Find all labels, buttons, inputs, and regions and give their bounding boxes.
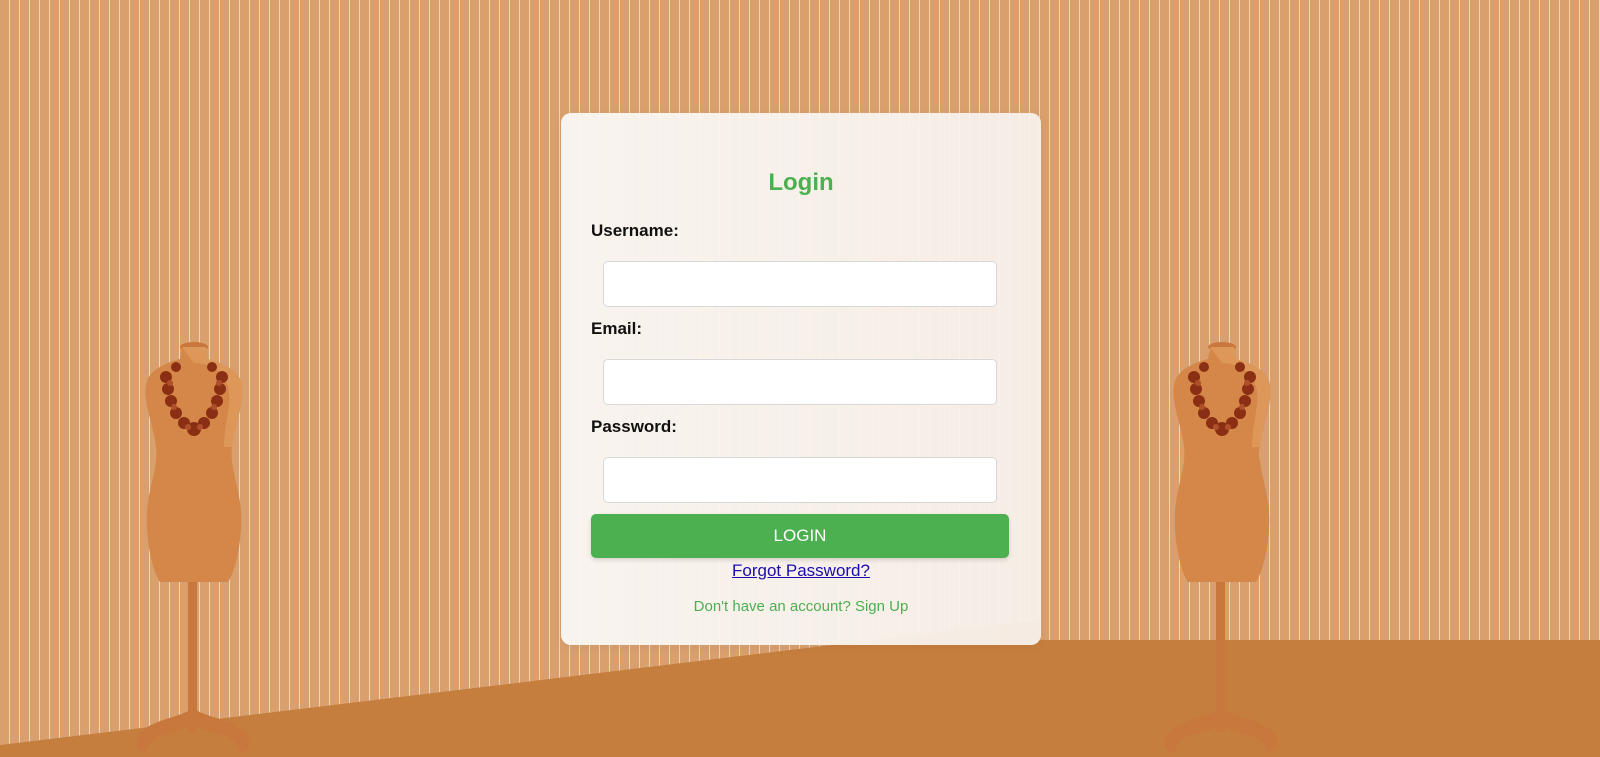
login-card: Login Username: Email: Password: LOGIN F… <box>561 113 1041 645</box>
email-input[interactable] <box>603 359 997 405</box>
signup-link[interactable]: Don't have an account? Sign Up <box>561 597 1041 617</box>
username-label: Username: <box>591 221 679 240</box>
email-label: Email: <box>591 319 643 338</box>
password-input[interactable] <box>603 457 997 503</box>
flower-wreath-icon <box>1188 362 1256 436</box>
username-input[interactable] <box>603 261 997 307</box>
password-label: Password: <box>591 417 677 436</box>
forgot-password-link[interactable]: Forgot Password? <box>561 559 1041 583</box>
login-button[interactable]: LOGIN <box>591 514 1009 558</box>
login-title: Login <box>768 169 834 196</box>
flower-wreath-icon <box>160 362 228 436</box>
